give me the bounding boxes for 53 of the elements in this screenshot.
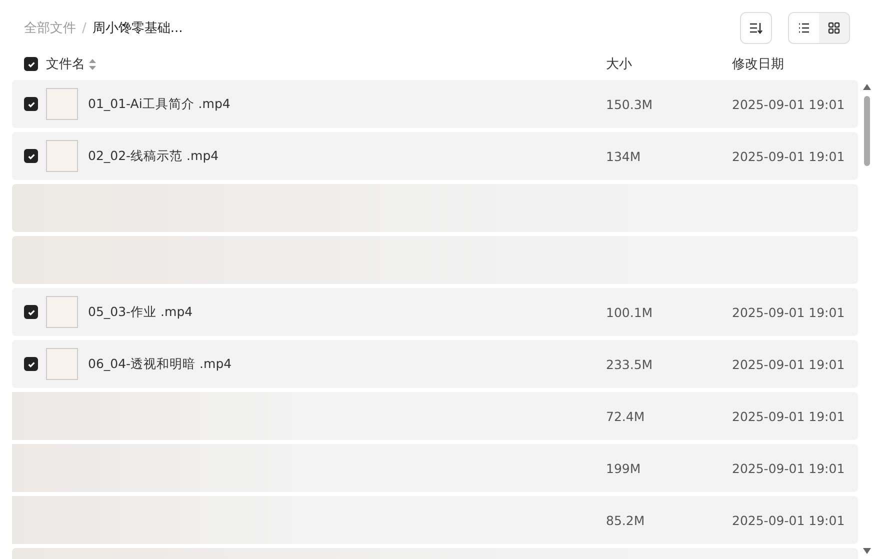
check-icon [26,60,36,68]
file-name[interactable]: 05_03-作业 .mp4 [88,304,606,320]
file-size: 233.5M [606,356,654,372]
scroll-down-icon[interactable] [863,548,871,554]
file-size: 100.1M [606,304,654,320]
modified-date: 2025-09-01 19:01 [732,148,846,164]
scrollbar[interactable] [862,84,872,554]
checkbox[interactable] [24,57,38,71]
file-row[interactable]: 85.2M 2025-09-01 19:01 [12,496,858,544]
file-size: 199M [606,460,642,476]
checkbox[interactable] [24,305,38,319]
file-size: 72.4M [606,408,646,424]
file-row[interactable]: 199M 2025-09-01 19:01 [12,444,858,492]
column-header[interactable]: 文件名 [46,55,85,73]
file-size: 134M [606,148,642,164]
modified-date: 2025-09-01 19:01 [732,96,846,112]
grid-icon [828,22,840,34]
video-thumbnail [46,140,78,172]
sort-button[interactable] [740,12,772,44]
file-size: 150.3M [606,96,654,112]
checkbox[interactable] [24,149,38,163]
file-row[interactable]: 72.4M 2025-09-01 19:01 [12,392,858,440]
column-header: 修改日期 [732,56,785,73]
grid-view-button[interactable] [819,13,849,43]
check-icon [26,152,36,160]
file-row[interactable]: 02_02-线稿示范 .mp4 134M 2025-09-01 19:01 [12,132,858,180]
list-icon [798,23,810,33]
check-icon [26,100,36,108]
video-thumbnail [46,88,78,120]
sort-icon [749,22,763,34]
file-row[interactable]: 05_03-作业 .mp4 100.1M 2025-09-01 19:01 [12,288,858,336]
file-name[interactable]: 06_04-透视和明暗 .mp4 [88,356,606,372]
video-thumbnail [46,348,78,380]
sort-icon[interactable] [89,58,96,70]
video-thumbnail [46,296,78,328]
modified-date: 2025-09-01 19:01 [732,408,846,424]
scroll-up-icon[interactable] [863,84,871,90]
file-row[interactable]: 01_01-Ai工具简介 .mp4 150.3M 2025-09-01 19:01 [12,80,858,128]
check-icon [26,360,36,368]
modified-date: 2025-09-01 19:01 [732,512,846,528]
breadcrumb-link[interactable]: 周小馋零基础... [92,19,183,37]
file-name[interactable]: 02_02-线稿示范 .mp4 [88,148,606,164]
check-icon [26,308,36,316]
modified-date: 2025-09-01 19:01 [732,356,846,372]
modified-date: 2025-09-01 19:01 [732,460,846,476]
column-header: 大小 [606,56,633,73]
file-row[interactable]: 06_04-透视和明暗 .mp4 233.5M 2025-09-01 19:01 [12,340,858,388]
checkbox[interactable] [24,97,38,111]
file-size: 85.2M [606,512,646,528]
checkbox[interactable] [24,357,38,371]
modified-date: 2025-09-01 19:01 [732,304,846,320]
breadcrumb-separator: / [82,20,86,36]
file-name[interactable]: 01_01-Ai工具简介 .mp4 [88,96,606,112]
